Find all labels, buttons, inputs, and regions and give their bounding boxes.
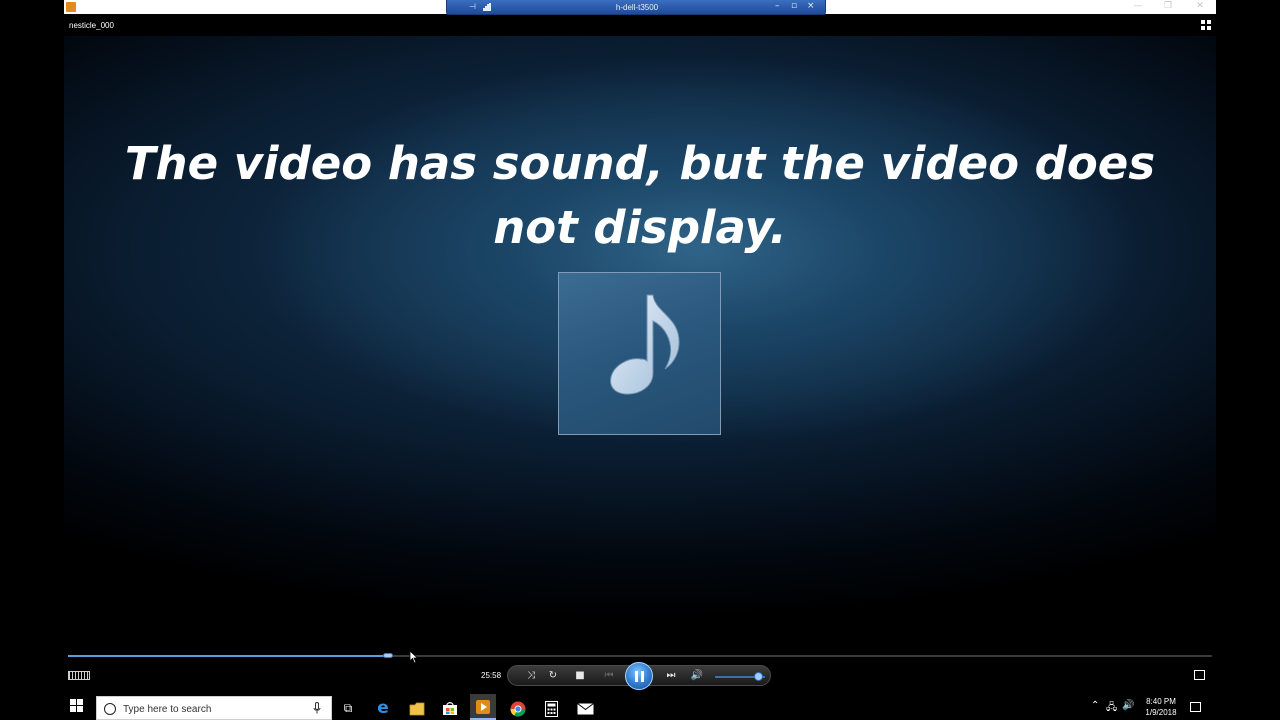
speaker-icon[interactable]: 🔊	[1122, 700, 1134, 711]
remote-host-name: h-dell-t3500	[615, 3, 659, 12]
show-hidden-icons-icon[interactable]: ⌃	[1091, 700, 1099, 711]
elapsed-time: 25:58	[481, 671, 502, 680]
mouse-cursor-icon	[409, 650, 419, 664]
clock-time: 8:40 PM	[1146, 697, 1176, 706]
action-center-icon[interactable]	[1190, 702, 1201, 712]
store-icon[interactable]	[439, 697, 461, 719]
connection-close-icon[interactable]: ×	[807, 1, 815, 11]
video-title: nesticle_000	[69, 21, 114, 30]
task-view-icon[interactable]: ⧉	[337, 697, 359, 719]
start-button[interactable]	[70, 699, 84, 713]
search-placeholder: Type here to search	[123, 704, 212, 715]
pause-button[interactable]	[625, 662, 653, 690]
microphone-icon[interactable]	[313, 702, 321, 714]
mail-icon[interactable]	[574, 697, 596, 719]
overlay-caption-line1: The video has sound, but the video does	[124, 137, 1156, 190]
taskbar-clock[interactable]: 8:40 PM 1/9/2018	[1140, 696, 1182, 718]
connection-bar: ⊣ h-dell-t3500 – ▫ ×	[446, 0, 826, 15]
volume-thumb[interactable]	[754, 672, 763, 681]
screen: — ❐ ✕ nesticle_000 The video has sound, …	[0, 0, 1280, 720]
music-note-icon	[610, 294, 680, 395]
repeat-icon[interactable]: ↻	[542, 666, 564, 687]
overlay-caption: The video has sound, but the video does …	[64, 132, 1216, 260]
taskbar: Type here to search ⧉ e ⌃ 🖧 🔊 8:40 PM 1/…	[64, 694, 1216, 720]
stop-icon[interactable]: ■	[569, 666, 591, 687]
media-player-icon	[66, 2, 76, 12]
switch-to-library-icon[interactable]	[1194, 670, 1205, 680]
now-playing-layout-icon[interactable]	[68, 671, 90, 680]
shuffle-icon[interactable]: ⤨	[520, 666, 542, 687]
seek-progress	[68, 655, 388, 657]
cortana-icon	[104, 703, 116, 715]
next-icon[interactable]: ⏭	[658, 666, 684, 687]
restore-icon[interactable]: ❐	[1153, 0, 1183, 14]
pause-icon	[635, 671, 638, 682]
connection-minimize-icon[interactable]: –	[775, 1, 780, 11]
calculator-icon[interactable]	[540, 697, 562, 719]
previous-icon[interactable]: ⏮	[596, 666, 622, 687]
playback-controls: ⤨ ↻ ■ ⏮ ⏭ 🔊	[507, 662, 771, 690]
chrome-icon[interactable]	[507, 697, 529, 719]
close-icon[interactable]: ✕	[1185, 0, 1215, 14]
overlay-caption-line2: not display.	[493, 201, 787, 254]
remote-desktop-window: — ❐ ✕ nesticle_000 The video has sound, …	[64, 0, 1216, 690]
video-area[interactable]: The video has sound, but the video does …	[64, 36, 1216, 648]
taskbar-search[interactable]: Type here to search	[96, 696, 332, 720]
taskbar-active-app[interactable]	[470, 694, 496, 720]
connection-restore-icon[interactable]: ▫	[791, 1, 797, 11]
file-explorer-icon[interactable]	[406, 697, 428, 719]
seek-bar[interactable]	[68, 653, 1212, 658]
seek-thumb[interactable]	[383, 653, 393, 658]
fullscreen-grid-icon[interactable]	[1201, 20, 1211, 30]
minimize-icon[interactable]: —	[1123, 0, 1153, 14]
clock-date: 1/9/2018	[1145, 708, 1177, 717]
edge-icon[interactable]: e	[372, 697, 394, 719]
volume-icon[interactable]: 🔊	[686, 666, 708, 687]
network-icon[interactable]: 🖧	[1106, 700, 1117, 717]
audio-artwork	[558, 272, 721, 435]
